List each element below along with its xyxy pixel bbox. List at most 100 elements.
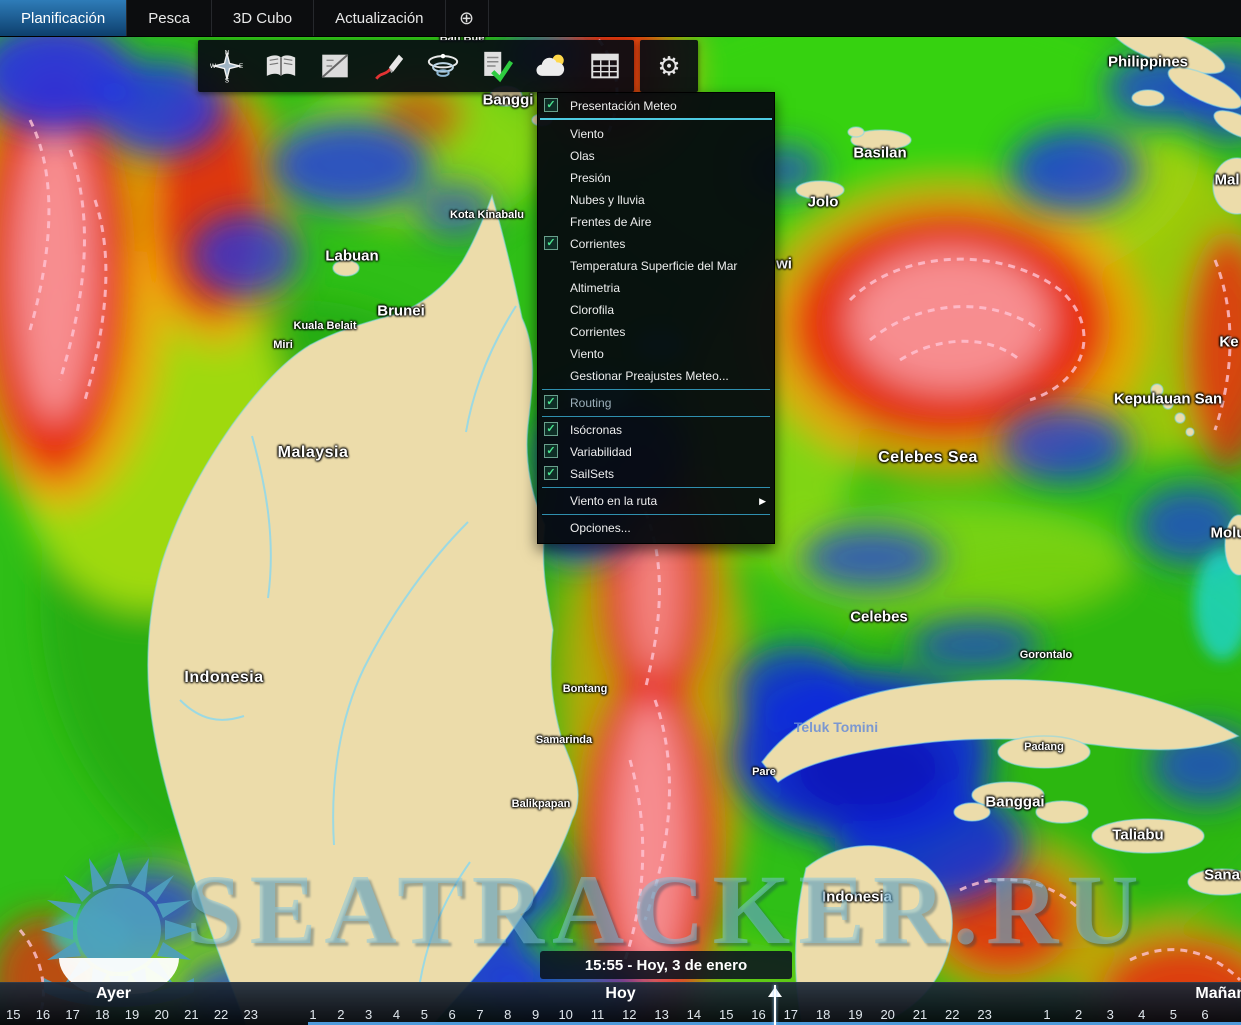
- logbook-icon: [264, 49, 298, 83]
- tab-3d-cubo[interactable]: 3D Cubo: [212, 0, 314, 36]
- hour-tick-label[interactable]: 5: [419, 1007, 429, 1022]
- hour-tick-label[interactable]: 18: [95, 1007, 109, 1022]
- menu-divider: [542, 514, 770, 515]
- hour-tick-label[interactable]: 15: [6, 1007, 20, 1022]
- menu-item-clorofila[interactable]: Clorofila: [538, 299, 774, 321]
- hour-tick-label[interactable]: 21: [184, 1007, 198, 1022]
- menu-item-variabilidad[interactable]: ✓Variabilidad: [538, 441, 774, 463]
- route-pen-button[interactable]: [366, 44, 412, 88]
- hour-tick-label[interactable]: 4: [391, 1007, 401, 1022]
- menu-item-label: Viento: [570, 127, 604, 141]
- hour-tick-label[interactable]: 3: [364, 1007, 374, 1022]
- hour-tick-label[interactable]: 22: [945, 1007, 959, 1022]
- timeline-playhead[interactable]: [768, 983, 782, 1025]
- hour-tick-label[interactable]: 23: [244, 1007, 258, 1022]
- logbook-button[interactable]: [258, 44, 304, 88]
- hours-hoy: 1234567891011121314151617181920212223: [308, 1007, 992, 1022]
- menu-item-presentaci-n-meteo[interactable]: ✓Presentación Meteo: [538, 95, 774, 117]
- hour-tick-label[interactable]: 16: [36, 1007, 50, 1022]
- weather-data-check-icon: [479, 49, 515, 83]
- menu-divider: [542, 389, 770, 390]
- menu-item-label: Temperatura Superficie del Mar: [570, 259, 737, 273]
- menu-item-label: SailSets: [570, 467, 614, 481]
- menu-item-corrientes[interactable]: ✓ Corrientes: [538, 233, 774, 255]
- hour-tick-label[interactable]: 5: [1168, 1007, 1178, 1022]
- menu-item-altimetria[interactable]: Altimetria: [538, 277, 774, 299]
- toolbar-icon-group: N S W E: [198, 40, 634, 92]
- hour-tick-label[interactable]: 1: [1042, 1007, 1052, 1022]
- menu-item-corrientes[interactable]: Corrientes: [538, 321, 774, 343]
- menu-item-frentes-de-aire[interactable]: Frentes de Aire: [538, 211, 774, 233]
- menu-item-sailsets[interactable]: ✓SailSets: [538, 463, 774, 485]
- hour-tick-label[interactable]: 15: [719, 1007, 733, 1022]
- options-gear-button[interactable]: ⚙: [646, 44, 692, 88]
- report-icon: [588, 49, 622, 83]
- svg-text:W: W: [210, 63, 216, 70]
- hour-tick-label[interactable]: 6: [447, 1007, 457, 1022]
- top-menu-bar: PlanificaciónPesca3D CuboActualización ⊕: [0, 0, 1241, 37]
- hour-tick-label[interactable]: 16: [751, 1007, 765, 1022]
- weather-data-check-button[interactable]: [474, 44, 520, 88]
- hour-tick-label[interactable]: 18: [816, 1007, 830, 1022]
- timeline-section-ayer: Ayer: [96, 985, 131, 1003]
- menu-item-label: Clorofila: [570, 303, 614, 317]
- hour-tick-label[interactable]: 4: [1137, 1007, 1147, 1022]
- hour-tick-label[interactable]: 6: [1200, 1007, 1210, 1022]
- report-button[interactable]: [582, 44, 628, 88]
- hour-tick-label[interactable]: 9: [531, 1007, 541, 1022]
- hour-tick-label[interactable]: 10: [558, 1007, 572, 1022]
- hour-tick-label[interactable]: 1: [308, 1007, 318, 1022]
- hour-tick-label[interactable]: 19: [125, 1007, 139, 1022]
- menu-item-olas[interactable]: Olas: [538, 145, 774, 167]
- tab-strip: PlanificaciónPesca3D CuboActualización: [0, 0, 446, 36]
- gear-icon: ⚙: [657, 53, 680, 79]
- hour-tick-label[interactable]: 7: [475, 1007, 485, 1022]
- hour-tick-label[interactable]: 2: [1074, 1007, 1084, 1022]
- menu-item-label: Corrientes: [570, 237, 625, 251]
- hour-tick-label[interactable]: 17: [65, 1007, 79, 1022]
- tab-planificaci-n[interactable]: Planificación: [0, 0, 127, 36]
- menu-item-label: Olas: [570, 149, 595, 163]
- checkbox-checked-icon: ✓: [544, 236, 558, 250]
- chart-button[interactable]: [312, 44, 358, 88]
- menu-item-label: Viento en la ruta: [570, 494, 657, 508]
- hour-tick-label[interactable]: 21: [913, 1007, 927, 1022]
- menu-item-viento-en-la-ruta[interactable]: Viento en la ruta▶: [538, 490, 774, 512]
- menu-item-label: Viento: [570, 347, 604, 361]
- menu-item-label: Routing: [570, 396, 611, 410]
- hour-tick-label[interactable]: 12: [622, 1007, 636, 1022]
- menu-item-gestionar-preajustes-meteo[interactable]: Gestionar Preajustes Meteo...: [538, 365, 774, 387]
- main-toolbar: N S W E: [198, 40, 698, 92]
- current-time-display: 15:55 - Hoy, 3 de enero: [540, 951, 792, 979]
- menu-item-opciones[interactable]: Opciones...: [538, 517, 774, 539]
- compass-button[interactable]: N S W E: [204, 44, 250, 88]
- menu-item-viento[interactable]: Viento: [538, 123, 774, 145]
- hour-tick-label[interactable]: 13: [654, 1007, 668, 1022]
- hour-tick-label[interactable]: 3: [1105, 1007, 1115, 1022]
- hour-tick-label[interactable]: 22: [214, 1007, 228, 1022]
- menu-item-is-cronas[interactable]: ✓Isócronas: [538, 419, 774, 441]
- hour-tick-label[interactable]: 11: [591, 1007, 605, 1022]
- menu-item-presi-n[interactable]: Presión: [538, 167, 774, 189]
- menu-item-label: Gestionar Preajustes Meteo...: [570, 369, 729, 383]
- hour-tick-label[interactable]: 20: [154, 1007, 168, 1022]
- timeline-section-manana: Mañana: [1195, 985, 1241, 1003]
- menu-item-label: Opciones...: [570, 521, 631, 535]
- add-workspace-button[interactable]: ⊕: [446, 0, 489, 36]
- tab-actualizaci-n[interactable]: Actualización: [314, 0, 445, 36]
- hour-tick-label[interactable]: 23: [977, 1007, 991, 1022]
- hour-tick-label[interactable]: 8: [503, 1007, 513, 1022]
- menu-item-viento[interactable]: Viento: [538, 343, 774, 365]
- weather-overlay-button[interactable]: [528, 44, 574, 88]
- echosounder-button[interactable]: [420, 44, 466, 88]
- menu-item-nubes-y-lluvia[interactable]: Nubes y lluvia: [538, 189, 774, 211]
- menu-item-routing[interactable]: ✓Routing: [538, 392, 774, 414]
- menu-item-temperatura-superficie-del-mar[interactable]: Temperatura Superficie del Mar: [538, 255, 774, 277]
- hour-tick-label[interactable]: 20: [880, 1007, 894, 1022]
- hour-tick-label[interactable]: 14: [687, 1007, 701, 1022]
- hour-tick-label[interactable]: 19: [848, 1007, 862, 1022]
- tab-pesca[interactable]: Pesca: [127, 0, 212, 36]
- hour-tick-label[interactable]: 17: [784, 1007, 798, 1022]
- hour-tick-label[interactable]: 2: [336, 1007, 346, 1022]
- timeline-bar[interactable]: Ayer Hoy Mañana 151617181920212223 12345…: [0, 982, 1241, 1025]
